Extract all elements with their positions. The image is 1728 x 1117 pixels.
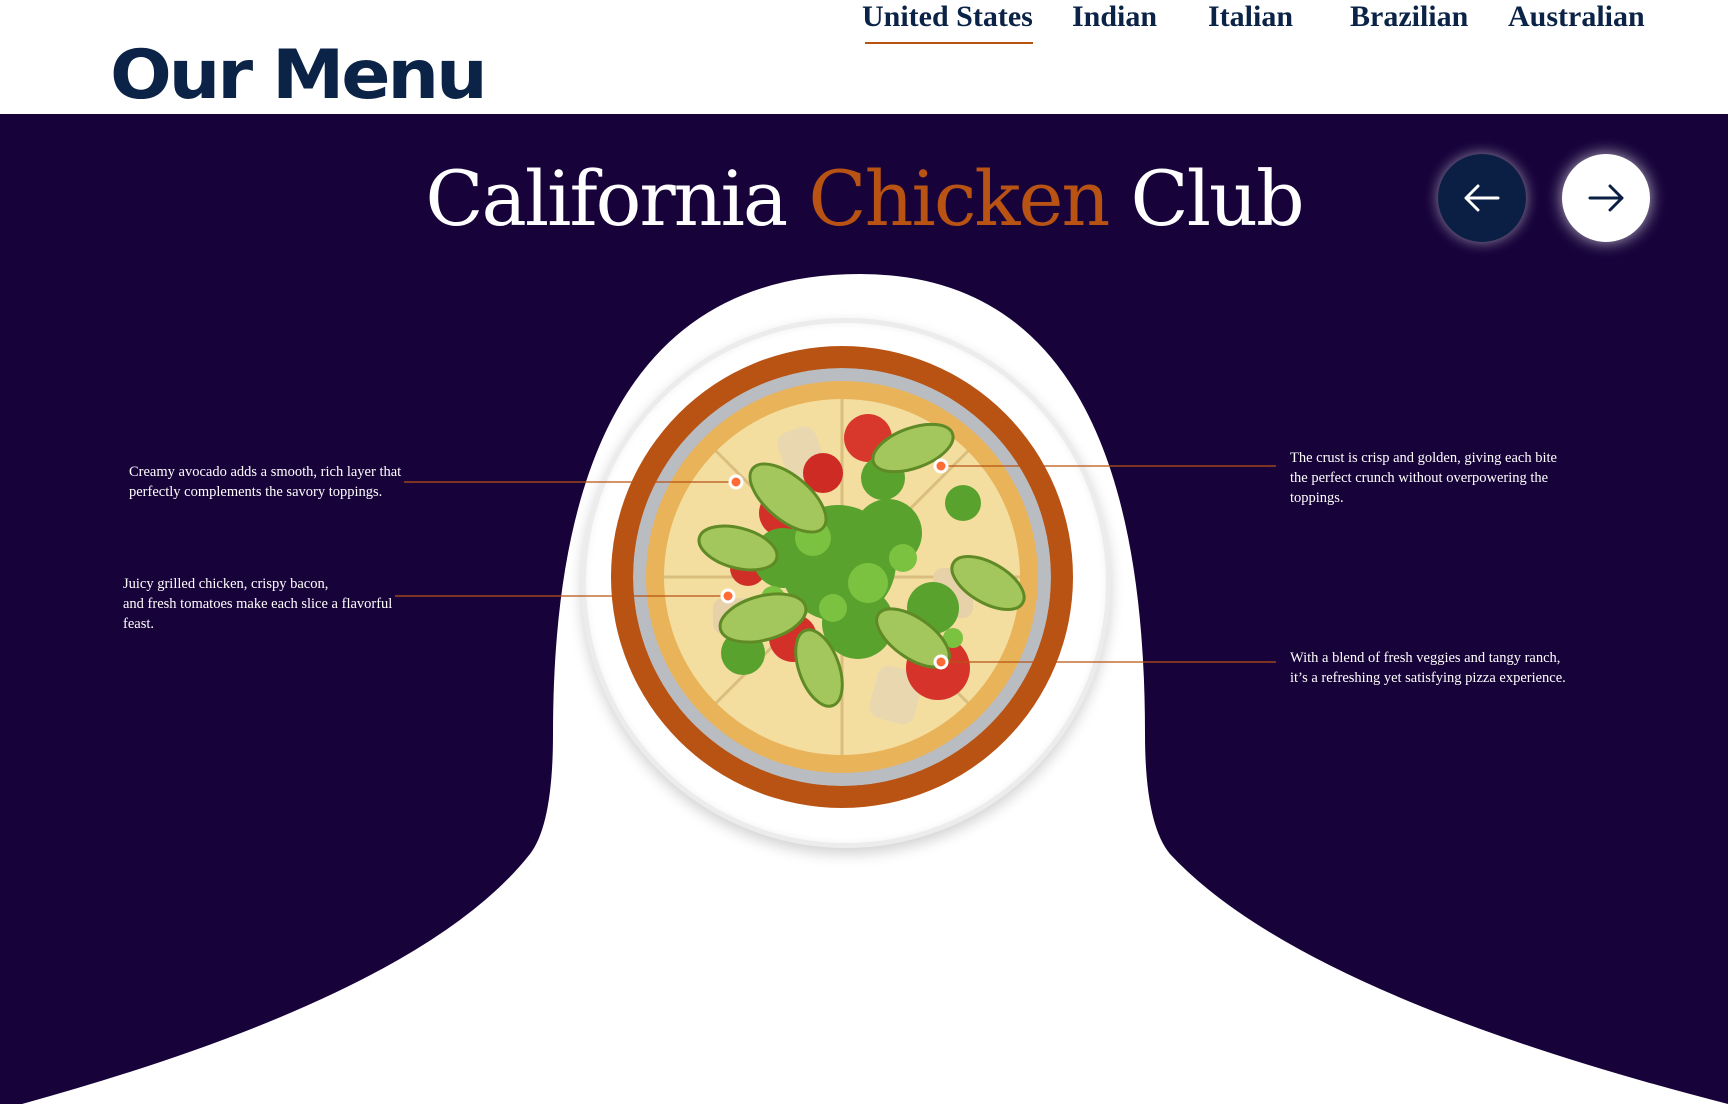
callout-chicken-line-3: feast.	[123, 616, 154, 632]
callout-veggies: With a blend of fresh veggies and tangy …	[1290, 648, 1566, 688]
callout-avocado-line-1: Creamy avocado adds a smooth, rich layer…	[129, 464, 402, 480]
arrow-left-icon	[1464, 184, 1500, 212]
nav-item-united-states[interactable]: United States	[862, 0, 1033, 44]
callout-crust-line-2: the perfect crunch without overpowering …	[1290, 470, 1549, 486]
nav-item-italian[interactable]: Italian	[1208, 0, 1293, 40]
nav-item-indian[interactable]: Indian	[1072, 0, 1157, 40]
nav-item-brazilian[interactable]: Brazilian	[1350, 0, 1468, 40]
callout-chicken-line-1: Juicy grilled chicken, crispy bacon,	[123, 576, 329, 592]
callout-crust: The crust is crisp and golden, giving ea…	[1290, 448, 1557, 508]
callout-avocado-line-2: perfectly complements the savory topping…	[129, 484, 383, 500]
pizza-image	[633, 368, 1051, 786]
callout-avocado: Creamy avocado adds a smooth, rich layer…	[129, 462, 401, 502]
pizza-illustration	[633, 368, 1051, 786]
dish-title-accent: Chicken	[808, 154, 1110, 243]
site-header: Our Menu United States Indian Italian Br…	[0, 0, 1728, 114]
callout-veggies-line-2: it’s a refreshing yet satisfying pizza e…	[1290, 670, 1566, 686]
callout-chicken: Juicy grilled chicken, crispy bacon, and…	[123, 574, 392, 634]
callout-veggies-line-1: With a blend of fresh veggies and tangy …	[1290, 650, 1561, 666]
dish-title-end: Club	[1130, 154, 1305, 243]
callout-chicken-line-2: and fresh tomatoes make each slice a fla…	[123, 596, 393, 612]
site-logo[interactable]: Our Menu	[110, 42, 488, 110]
previous-dish-button[interactable]	[1438, 154, 1526, 242]
menu-showcase: California Chicken Club Creamy avocado a…	[0, 114, 1728, 1117]
next-dish-button[interactable]	[1562, 154, 1650, 242]
arrow-right-icon	[1588, 184, 1624, 212]
callout-crust-line-1: The crust is crisp and golden, giving ea…	[1290, 450, 1557, 466]
callout-crust-line-3: toppings.	[1290, 490, 1344, 506]
nav-item-australian[interactable]: Australian	[1508, 0, 1645, 40]
dish-title-main: California	[425, 154, 788, 243]
